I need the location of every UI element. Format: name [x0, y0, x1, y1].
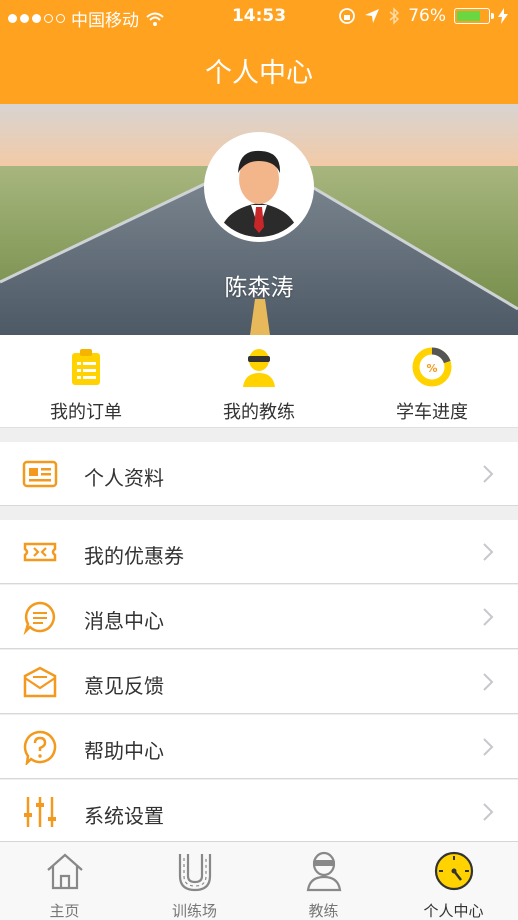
rotation-lock-icon	[339, 8, 356, 24]
envelope-icon	[23, 666, 57, 698]
ticket-icon	[23, 542, 57, 562]
chevron-right-icon	[483, 543, 494, 561]
message-bubble-icon	[23, 601, 56, 635]
coupons-label: 我的优惠券	[84, 544, 184, 568]
status-right: 76%	[338, 6, 508, 26]
message-center-row[interactable]: 消息中心	[0, 585, 518, 649]
coupons-row[interactable]: 我的优惠券	[0, 520, 518, 584]
help-center-label: 帮助中心	[84, 739, 164, 763]
page-title: 个人中心	[205, 58, 313, 89]
clipboard-icon	[72, 349, 100, 385]
feedback-label: 意见反馈	[84, 674, 164, 698]
my-orders-label: 我的订单	[50, 402, 122, 423]
profile-header: 陈森涛	[0, 104, 518, 335]
chevron-right-icon	[483, 673, 494, 691]
profile-name: 陈森涛	[224, 275, 294, 301]
tab-home-label: 主页	[49, 902, 80, 920]
id-card-icon	[22, 460, 58, 488]
bluetooth-icon	[389, 7, 400, 25]
learning-progress-label: 学车进度	[396, 402, 468, 423]
message-center-label: 消息中心	[84, 609, 164, 633]
tab-personal-center-label: 个人中心	[423, 902, 484, 920]
settings-label: 系统设置	[84, 804, 164, 828]
nav-bar: 个人中心	[0, 34, 518, 104]
tab-coach-label: 教练	[308, 902, 339, 920]
tab-bar: 主页 训练场 教练 个人中心	[0, 841, 518, 920]
chevron-right-icon	[483, 465, 494, 483]
home-icon	[47, 853, 83, 890]
tab-training-ground[interactable]: 训练场	[130, 842, 259, 920]
coach-icon	[243, 349, 275, 387]
chevron-right-icon	[483, 738, 494, 756]
personal-info-row[interactable]: 个人资料	[0, 442, 518, 506]
battery-percent: 76%	[408, 6, 446, 26]
quick-actions: 我的订单 我的教练 % 学车进度	[0, 335, 518, 428]
tab-home[interactable]: 主页	[0, 842, 129, 920]
tab-training-ground-label: 训练场	[171, 902, 217, 920]
avatar[interactable]	[204, 132, 314, 242]
track-icon	[178, 854, 212, 892]
battery-icon	[454, 8, 494, 24]
my-orders-button[interactable]: 我的订单	[0, 335, 172, 428]
user-avatar-icon	[209, 137, 309, 237]
personal-info-label: 个人资料	[84, 466, 164, 490]
tab-personal-center[interactable]: 个人中心	[389, 842, 518, 920]
progress-icon: %	[412, 347, 452, 387]
my-coach-label: 我的教练	[223, 402, 295, 423]
status-bar: 中国移动 14:53 76%	[0, 0, 518, 34]
settings-row[interactable]: 系统设置	[0, 780, 518, 844]
chevron-right-icon	[483, 803, 494, 821]
tab-coach[interactable]: 教练	[259, 842, 388, 920]
learning-progress-button[interactable]: % 学车进度	[346, 335, 518, 428]
speedometer-icon	[434, 851, 474, 891]
charging-icon	[498, 8, 508, 24]
location-icon	[365, 9, 380, 23]
feedback-row[interactable]: 意见反馈	[0, 650, 518, 714]
my-coach-button[interactable]: 我的教练	[173, 335, 345, 428]
help-center-row[interactable]: 帮助中心	[0, 715, 518, 779]
sliders-icon	[24, 797, 56, 827]
coach-icon	[306, 851, 342, 892]
chevron-right-icon	[483, 608, 494, 626]
svg-text:%: %	[426, 362, 437, 375]
help-icon	[23, 730, 57, 765]
